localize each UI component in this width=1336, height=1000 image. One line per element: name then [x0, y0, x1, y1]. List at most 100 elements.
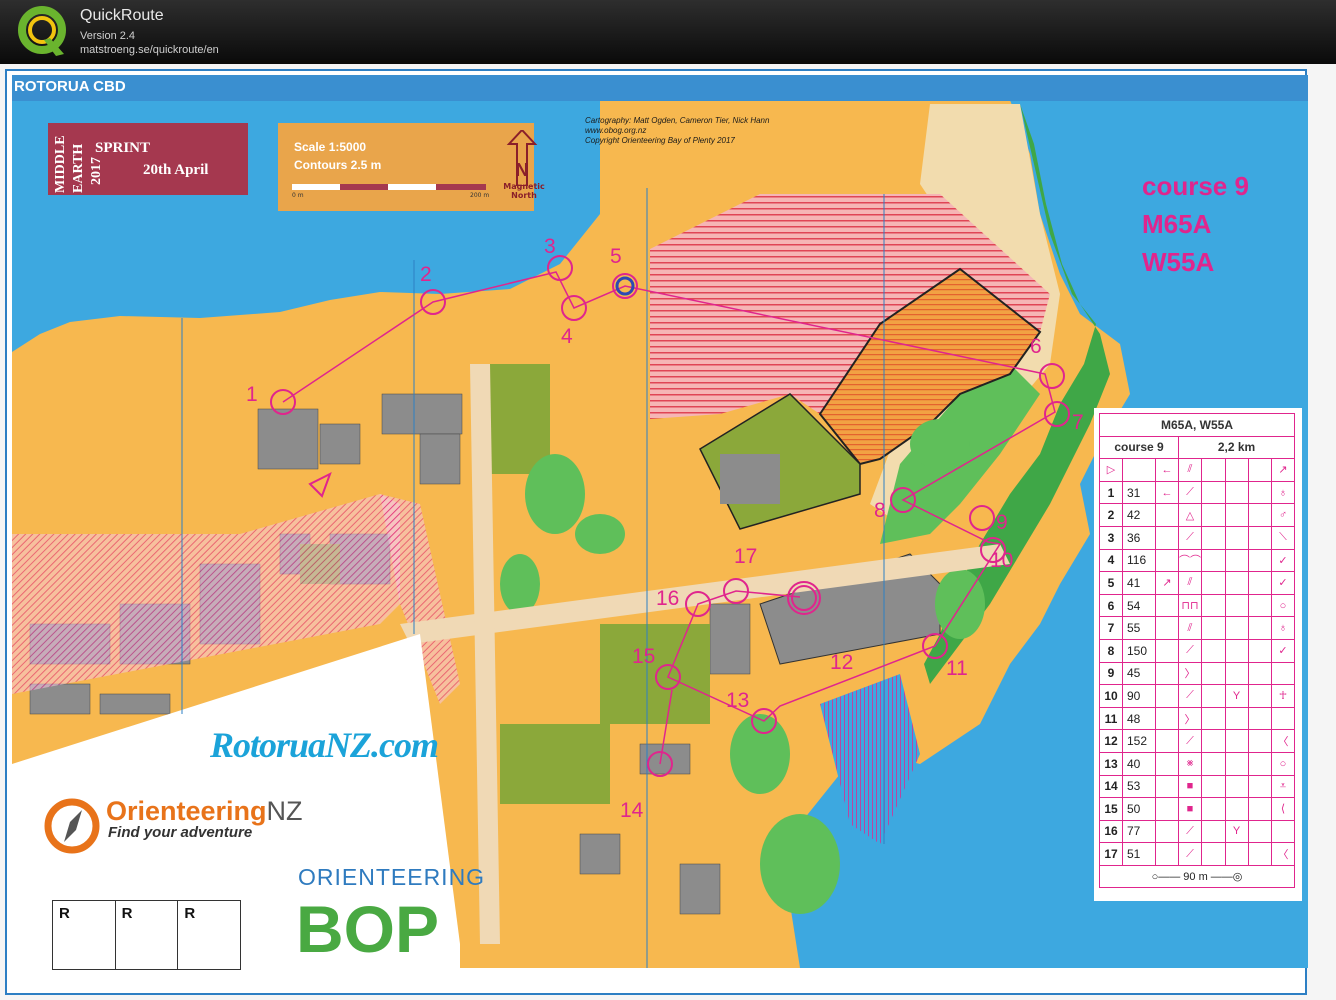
map-title: ROTORUA CBD	[14, 78, 126, 95]
desc-cell-c	[1155, 661, 1179, 686]
svg-text:BOP: BOP	[296, 892, 439, 960]
desc-cell-num: 8	[1099, 638, 1123, 663]
desc-cell-num: 13	[1099, 751, 1123, 776]
desc-cell-code: 53	[1122, 774, 1156, 799]
control-label[interactable]: 3	[544, 236, 556, 258]
control-label[interactable]: 16	[656, 588, 679, 610]
event-type: SPRINT	[95, 140, 151, 156]
desc-cell-empty	[1201, 819, 1226, 844]
desc-cell-empty	[1201, 593, 1226, 618]
desc-cell-d: ⟋	[1178, 480, 1202, 505]
desc-cell-d: △	[1178, 503, 1202, 527]
desc-cell-g: Y	[1224, 684, 1249, 708]
desc-cell-num: 2	[1099, 503, 1123, 527]
desc-course: course 9	[1099, 435, 1179, 460]
desc-cell-c	[1155, 503, 1179, 527]
desc-cell-c	[1155, 616, 1179, 640]
desc-cell-empty	[1247, 480, 1272, 505]
desc-rows: 1 31 ← ⟋ ♁ 2 42 △ ♂ 3 36 ⟋ ⟍ 4 116 ⌒⌒ ✓ 5 41 ↗ ⫽ ✓ 6 54 ⊓⊓ ○ 7 55 ⫽ ♁…	[1099, 480, 1295, 866]
desc-cell-g	[1224, 571, 1249, 595]
desc-cell-g	[1224, 593, 1249, 618]
control-label[interactable]: 15	[632, 646, 655, 668]
map-credits: Cartography: Matt Ogden, Cameron Tier, N…	[585, 116, 770, 145]
result-box: R	[116, 901, 179, 969]
control-label[interactable]: 14	[620, 800, 643, 822]
desc-cell-c	[1155, 729, 1179, 753]
scale-zero: 0 m	[292, 192, 304, 199]
desc-cell-h: ♁	[1271, 480, 1295, 505]
desc-cell-empty	[1201, 774, 1226, 799]
desc-cell-empty	[1247, 751, 1272, 776]
desc-cell-code: 55	[1122, 616, 1156, 640]
desc-cell-h: ⟨	[1271, 797, 1295, 821]
control-label[interactable]: 10	[990, 550, 1013, 572]
desc-cell-empty	[1201, 480, 1226, 505]
desc-cell-empty	[1201, 706, 1226, 731]
desc-cell-d: ⌒⌒	[1178, 548, 1202, 573]
desc-finish: ○—— 90 m ——◎	[1099, 864, 1295, 889]
desc-cell-code: 116	[1122, 548, 1156, 573]
desc-cell-num: 5	[1099, 571, 1123, 595]
control-label[interactable]: 9	[996, 512, 1008, 534]
control-label[interactable]: 11	[946, 658, 968, 680]
desc-cell-code: 51	[1122, 842, 1156, 866]
control-label[interactable]: 8	[874, 500, 886, 522]
north-arrow-icon: N	[506, 130, 538, 186]
event-box: MIDDLE EARTH 2017	[48, 123, 248, 195]
desc-row: 5 41 ↗ ⫽ ✓	[1099, 571, 1295, 595]
desc-cell-h: ✓	[1271, 548, 1295, 573]
desc-cell-g: Y	[1224, 819, 1249, 844]
desc-cell-empty	[1247, 774, 1272, 799]
desc-cell-g	[1224, 751, 1249, 776]
rotorua-link[interactable]: RotoruaNZ.com	[210, 724, 439, 766]
course-class: M65A	[1142, 209, 1212, 239]
bop-heading: ORIENTEERING	[298, 864, 486, 890]
desc-cell-num: 16	[1099, 819, 1123, 844]
desc-cell-num: 11	[1099, 706, 1123, 731]
svg-text:N: N	[516, 160, 529, 180]
bop-logo-icon: BOP	[296, 892, 439, 960]
desc-cell-c	[1155, 593, 1179, 618]
control-label[interactable]: 13	[726, 690, 749, 712]
onz-tagline: Find your adventure	[108, 824, 253, 841]
control-label[interactable]: 7	[1072, 412, 1084, 434]
desc-cell-h: ✓	[1271, 638, 1295, 663]
desc-cell-g	[1224, 797, 1249, 821]
desc-row: 11 48 〉	[1099, 706, 1295, 731]
desc-cell-c	[1155, 797, 1179, 821]
control-label[interactable]: 1	[246, 384, 258, 406]
desc-cell-code: 150	[1122, 638, 1156, 663]
desc-cell-c	[1155, 751, 1179, 776]
desc-cell-h: ○	[1271, 751, 1295, 776]
desc-cell-code: 41	[1122, 571, 1156, 595]
control-label[interactable]: 5	[610, 246, 622, 268]
desc-row: 17 51 ⟋ 〈	[1099, 842, 1295, 866]
desc-row: 6 54 ⊓⊓ ○	[1099, 593, 1295, 618]
desc-cell-g	[1224, 548, 1249, 573]
desc-cell-empty	[1247, 593, 1272, 618]
app-url-link[interactable]: matstroeng.se/quickroute/en	[80, 44, 219, 56]
desc-cell-empty	[1247, 706, 1272, 731]
desc-cell-c	[1155, 842, 1179, 866]
control-label[interactable]: 6	[1030, 336, 1042, 358]
map-viewport[interactable]: ROTORUA CBD MIDDLE EARTH 2017 SPRINT 20t…	[0, 64, 1336, 1000]
desc-cell-h: ⟍	[1271, 525, 1295, 550]
desc-cell-h: 〈	[1271, 842, 1295, 866]
desc-cell-g	[1224, 638, 1249, 663]
desc-cell-empty	[1201, 661, 1226, 686]
control-label[interactable]: 17	[734, 546, 757, 568]
desc-cell-empty	[1247, 729, 1272, 753]
control-label[interactable]: 4	[561, 326, 573, 348]
desc-cell-g	[1224, 616, 1249, 640]
desc-cell-empty	[1201, 684, 1226, 708]
desc-row: 16 77 ⟋ Y	[1099, 819, 1295, 844]
onz-name: OrienteeringNZ	[106, 796, 303, 826]
control-label[interactable]: 12	[830, 652, 853, 674]
desc-cell-num: 9	[1099, 661, 1123, 686]
control-label[interactable]: 2	[420, 264, 432, 286]
desc-cell-c	[1155, 638, 1179, 663]
desc-cell-g	[1224, 774, 1249, 799]
svg-text:2017: 2017	[89, 157, 104, 185]
desc-row: 10 90 ⟋ Y ☥	[1099, 684, 1295, 708]
desc-cell-empty	[1201, 525, 1226, 550]
